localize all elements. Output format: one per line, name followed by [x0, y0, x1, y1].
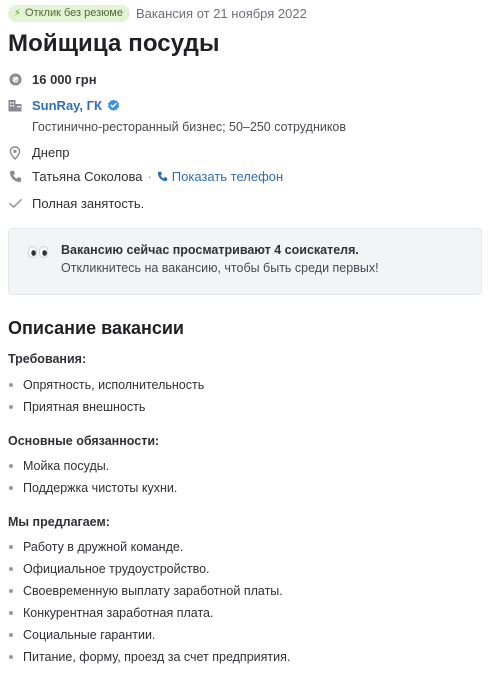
bullet-icon [9, 464, 13, 468]
city-value: Днепр [32, 145, 70, 160]
notice-headline: Вакансию сейчас просматривают 4 соискате… [61, 243, 359, 257]
no-resume-badge: ⚡ Отклик без резюме [8, 4, 130, 22]
eyes-icon [27, 243, 49, 294]
vacancy-page: ⚡ Отклик без резюме Вакансия от 21 ноябр… [0, 0, 500, 681]
svg-text:₴: ₴ [11, 74, 18, 84]
no-resume-badge-label: Отклик без резюме [25, 7, 123, 19]
phone-icon [157, 171, 167, 182]
list-item: Приятная внешность [8, 396, 204, 418]
duties-heading: Основные обязанности: [8, 434, 160, 448]
company-description: Гостинично-ресторанный бизнес; 50–250 со… [32, 120, 347, 134]
list-item-text: Конкурентная заработная плата. [23, 606, 214, 620]
posted-date: Вакансия от 21 ноября 2022 [136, 5, 307, 21]
location-pin-icon [8, 145, 22, 160]
contact-separator: · [147, 169, 152, 184]
bullet-icon [9, 405, 13, 409]
contact-row: Татьяна Соколова · Показать телефон [8, 169, 283, 184]
employment-value: Полная занятость. [32, 196, 145, 211]
list-item: Опрятность, исполнительность [8, 374, 204, 396]
requirements-list: Опрятность, исполнительность Приятная вн… [8, 374, 204, 418]
company-link[interactable]: SunRay, ГК [32, 98, 102, 113]
list-item: Поддержка чистоты кухни. [8, 477, 177, 499]
offer-heading: Мы предлагаем: [8, 515, 110, 529]
list-item-text: Мойка посуды. [23, 459, 110, 473]
bullet-icon [9, 655, 13, 659]
bullet-icon [9, 611, 13, 615]
salary-value: 16 000 грн [32, 72, 97, 87]
city-row: Днепр [8, 145, 69, 160]
description-title: Описание вакансии [8, 318, 185, 338]
list-item: Работу в дружной команде. [8, 536, 290, 558]
list-item: Официальное трудоустройство. [8, 558, 290, 580]
list-item-text: Социальные гарантии. [23, 628, 156, 642]
verified-check-icon [107, 99, 120, 112]
list-item: Социальные гарантии. [8, 624, 290, 646]
vacancy-title: Мойщица посуды [8, 30, 220, 57]
list-item-text: Своевременную выплату заработной платы. [23, 584, 283, 598]
bullet-icon [9, 633, 13, 637]
building-icon [8, 99, 22, 113]
bullet-icon [9, 589, 13, 593]
notice-text: Вакансию сейчас просматривают 4 соискате… [61, 243, 379, 294]
bolt-icon: ⚡ [14, 7, 22, 19]
bullet-icon [9, 383, 13, 387]
checkmark-icon [8, 197, 22, 211]
list-item-text: Поддержка чистоты кухни. [23, 481, 178, 495]
list-item-text: Питание, форму, проезд за счет предприят… [23, 650, 291, 664]
list-item-text: Официальное трудоустройство. [23, 562, 210, 576]
show-phone-label: Показать телефон [171, 169, 284, 184]
notice-subtext: Откликнитесь на вакансию, чтобы быть сре… [61, 261, 379, 275]
list-item: Своевременную выплату заработной платы. [8, 580, 290, 602]
bullet-icon [9, 486, 13, 490]
list-item-text: Приятная внешность [23, 400, 146, 414]
employment-row: Полная занятость. [8, 196, 144, 211]
bullet-icon [9, 567, 13, 571]
list-item-text: Работу в дружной команде. [23, 540, 184, 554]
list-item: Конкурентная заработная плата. [8, 602, 290, 624]
salary-row: ₴ 16 000 грн [8, 72, 97, 87]
duties-list: Мойка посуды. Поддержка чистоты кухни. [8, 455, 177, 499]
offer-list: Работу в дружной команде. Официальное тр… [8, 536, 290, 668]
list-item: Питание, форму, проезд за счет предприят… [8, 646, 290, 668]
coin-icon: ₴ [8, 73, 22, 87]
company-row: SunRay, ГК [8, 98, 120, 113]
vacancy-meta-row: ⚡ Отклик без резюме Вакансия от 21 ноябр… [8, 4, 307, 22]
show-phone-button[interactable]: Показать телефон [157, 169, 283, 184]
phone-icon [8, 170, 22, 184]
list-item: Мойка посуды. [8, 455, 177, 477]
requirements-heading: Требования: [8, 352, 87, 366]
contact-name: Татьяна Соколова [32, 169, 143, 184]
bullet-icon [9, 545, 13, 549]
viewers-notice: Вакансию сейчас просматривают 4 соискате… [8, 228, 482, 295]
list-item-text: Опрятность, исполнительность [23, 378, 205, 392]
